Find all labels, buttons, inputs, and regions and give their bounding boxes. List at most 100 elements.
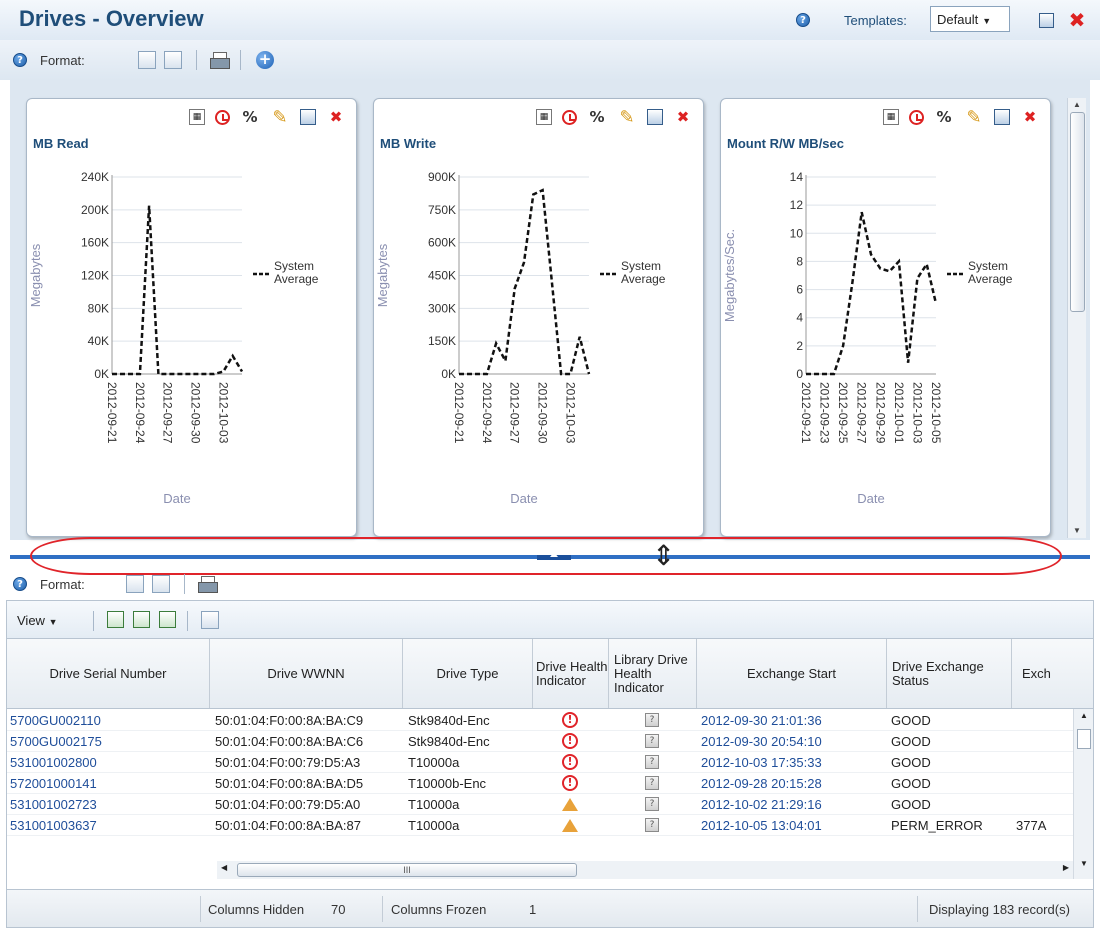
y-tick-label: 900K (428, 170, 456, 184)
col-header-wwnn[interactable]: Drive WWNN (210, 639, 403, 708)
legend-label: System Average (621, 259, 666, 286)
cell-serial[interactable]: 5700GU002175 (10, 734, 102, 749)
cell-exchange-status: PERM_ERROR (891, 818, 983, 833)
cell-wwnn: 50:01:04:F0:00:8A:BA:D5 (215, 776, 364, 791)
scroll-down-icon[interactable]: ▼ (1073, 526, 1081, 535)
table-horizontal-scrollbar[interactable]: ◀ III ▶ (217, 861, 1073, 879)
cell-serial[interactable]: 572001000141 (10, 776, 97, 791)
y-tick-label: 4 (796, 311, 803, 325)
export-icon[interactable] (133, 611, 150, 628)
format-grid-icon[interactable] (138, 51, 156, 69)
col-header-serial[interactable]: Drive Serial Number (7, 639, 210, 708)
cell-exchange-start[interactable]: 2012-09-28 20:15:28 (701, 776, 822, 791)
view-menu-button[interactable]: View ▼ (17, 613, 58, 628)
templates-help-icon[interactable]: ? (796, 13, 810, 27)
scroll-thumb[interactable] (1077, 729, 1091, 749)
chart-svg: 14 12 10 8 6 4 2 02012-09-21 2012-09-23 2012-09-2… (722, 170, 1013, 506)
chart-panel-mb-write: ▦% ✎ ✖ MB Write 900K 750K 600K 450K 300K 150K 0K… (373, 98, 704, 537)
format-list-icon[interactable] (164, 51, 182, 69)
print-icon[interactable] (198, 576, 218, 593)
cell-serial[interactable]: 531001002800 (10, 755, 97, 770)
cell-exchange-start[interactable]: 2012-09-30 20:54:10 (701, 734, 822, 749)
y-tick-label: 0K (441, 367, 456, 381)
cell-wwnn: 50:01:04:F0:00:8A:BA:C6 (215, 734, 364, 749)
col-header-exch[interactable]: Exch (1012, 639, 1093, 708)
legend-line: System (621, 259, 661, 273)
cell-wwnn: 50:01:04:F0:00:79:D5:A3 (215, 755, 361, 770)
table-row[interactable]: 531001003637 50:01:04:F0:00:8A:BA:87 T1000… (7, 815, 1073, 836)
legend-line: Average (621, 272, 666, 286)
cell-exchange-start[interactable]: 2012-10-05 13:04:01 (701, 818, 822, 833)
cell-wwnn: 50:01:04:F0:00:79:D5:A0 (215, 797, 361, 812)
columns-frozen-label: Columns Frozen (391, 902, 487, 917)
x-tick-label: 2012-09-24 (480, 382, 494, 444)
scroll-right-icon[interactable]: ▶ (1063, 863, 1069, 872)
delete-template-icon[interactable]: ✖ (1068, 10, 1086, 30)
run-icon[interactable] (107, 611, 124, 628)
x-tick-label: 2012-10-03 (216, 382, 230, 444)
y-tick-label: 450K (428, 269, 456, 283)
legend-label: System Average (274, 259, 319, 286)
legend-line: System (274, 259, 314, 273)
detach-icon[interactable] (201, 611, 219, 629)
cell-exchange-start[interactable]: 2012-10-03 17:35:33 (701, 755, 822, 770)
x-tick-label: 2012-10-03 (563, 382, 577, 444)
col-header-type[interactable]: Drive Type (403, 639, 533, 708)
y-tick-label: 8 (796, 254, 803, 268)
cell-exchange-start[interactable]: 2012-09-30 21:01:36 (701, 713, 822, 728)
x-tick-label: 2012-10-03 (910, 382, 924, 444)
x-tick-label: 2012-10-05 (929, 382, 943, 444)
y-tick-label: 150K (428, 334, 456, 348)
cell-serial[interactable]: 5700GU002110 (10, 713, 101, 728)
col-header-health[interactable]: Drive Health Indicator (533, 639, 609, 708)
edit-icon[interactable] (159, 611, 176, 628)
format-list-icon[interactable] (126, 575, 144, 593)
x-axis-label: Date (857, 491, 884, 506)
x-tick-label: 2012-09-21 (452, 382, 466, 444)
y-tick-label: 0 (796, 367, 803, 381)
scroll-down-icon[interactable]: ▼ (1080, 859, 1088, 868)
scroll-up-icon[interactable]: ▲ (1073, 100, 1081, 109)
scroll-thumb[interactable] (1070, 112, 1085, 312)
cell-serial[interactable]: 531001002723 (10, 797, 97, 812)
y-tick-label: 120K (81, 269, 109, 283)
toolbar-separator (196, 50, 197, 70)
col-header-lib-health[interactable]: Library Drive Health Indicator (609, 639, 697, 708)
add-chart-icon[interactable]: + (256, 51, 274, 69)
table-header: Drive Serial Number Drive WWNN Drive Typ… (7, 639, 1093, 709)
col-header-exchange-start[interactable]: Exchange Start (697, 639, 887, 708)
table-row[interactable]: 531001002800 50:01:04:F0:00:79:D5:A3 T1000… (7, 752, 1073, 773)
table-row[interactable]: 531001002723 50:01:04:F0:00:79:D5:A0 T1000… (7, 794, 1073, 815)
cell-exchange-status: GOOD (891, 713, 931, 728)
format-columns-icon[interactable] (152, 575, 170, 593)
scroll-thumb[interactable]: III (237, 863, 577, 877)
cell-type: T10000b-Enc (408, 776, 487, 791)
chart-help-icon[interactable]: ? (13, 53, 27, 67)
y-tick-label: 240K (81, 170, 109, 184)
scroll-left-icon[interactable]: ◀ (221, 863, 227, 872)
chart-svg: 900K 750K 600K 450K 300K 150K 0K2012-09-21 2012… (375, 170, 666, 506)
table-row[interactable]: 572001000141 50:01:04:F0:00:8A:BA:D5 T1000… (7, 773, 1073, 794)
cell-exchange-start[interactable]: 2012-10-02 21:29:16 (701, 797, 822, 812)
scroll-up-icon[interactable]: ▲ (1080, 711, 1088, 720)
series-line (112, 205, 244, 376)
chart-panel-mb-read: ▦% ✎ ✖ MB Read 240K 200K 160K 120K 80K 40K 0K 201… (26, 98, 357, 537)
chart-area-scrollbar[interactable]: ▲ ▼ (1067, 98, 1086, 538)
cell-type: T10000a (408, 755, 460, 770)
col-header-exchange-status[interactable]: Drive Exchange Status (887, 639, 1012, 708)
table-row[interactable]: 5700GU002175 50:01:04:F0:00:8A:BA:C6 Stk98… (7, 731, 1073, 752)
print-icon[interactable] (210, 52, 230, 69)
table-vertical-scrollbar[interactable]: ▲ ▼ (1073, 709, 1093, 879)
page-title: Drives - Overview (19, 6, 204, 31)
x-tick-label: 2012-09-24 (133, 382, 147, 444)
table-help-icon[interactable]: ? (13, 577, 27, 591)
save-template-icon[interactable] (1037, 11, 1055, 29)
error-icon: ! (562, 775, 578, 791)
columns-frozen-count: 1 (529, 902, 537, 917)
cell-serial[interactable]: 531001003637 (10, 818, 97, 833)
templates-select[interactable]: Default ▼ (930, 6, 1010, 32)
cell-wwnn: 50:01:04:F0:00:8A:BA:87 (215, 818, 361, 833)
unknown-status-icon: ? (645, 797, 659, 811)
table-row[interactable]: 5700GU002110 50:01:04:F0:00:8A:BA:C9 Stk98… (7, 710, 1073, 731)
cell-exchange-status: GOOD (891, 776, 931, 791)
